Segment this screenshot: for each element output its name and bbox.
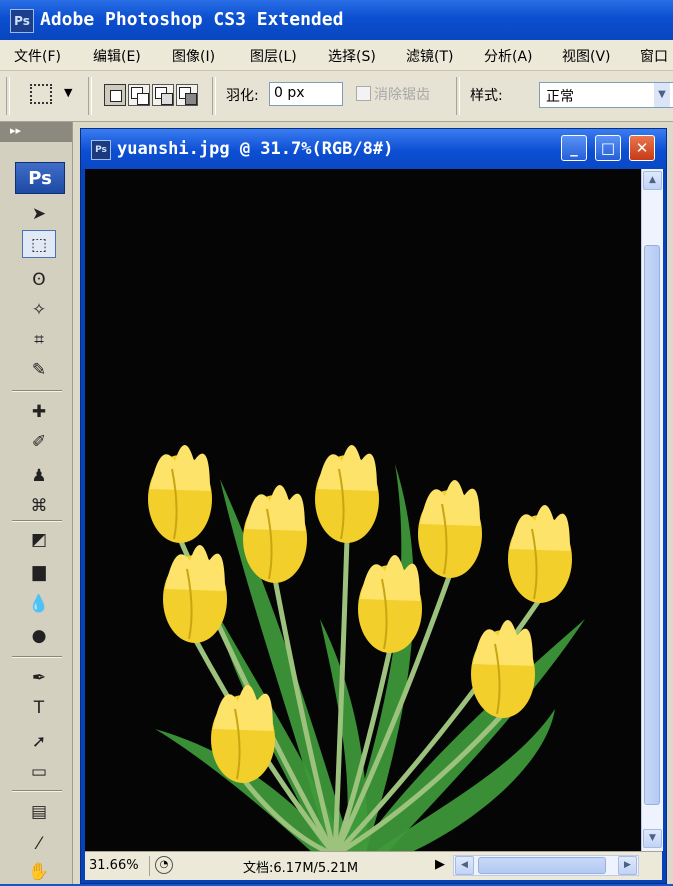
options-bar: ▼ 羽化: 0 px 消除锯齿 样式: 正常 ▼	[0, 71, 673, 122]
new-selection-button[interactable]	[104, 84, 126, 106]
pen-tool-icon[interactable]: ✒	[22, 664, 56, 692]
clone-stamp-tool-icon[interactable]: ♟	[22, 462, 56, 490]
options-divider	[212, 77, 216, 115]
path-selection-tool-icon[interactable]: ➚	[22, 728, 56, 756]
brush-tool-icon[interactable]: ✐	[22, 428, 56, 456]
menu-image[interactable]: 图像(I)	[172, 46, 215, 66]
options-divider	[456, 77, 460, 115]
chevron-down-icon[interactable]: ▼	[64, 86, 72, 99]
notes-tool-icon[interactable]: ▤	[22, 798, 56, 826]
tool-group-divider	[12, 520, 62, 522]
minimize-button[interactable]: _	[561, 135, 587, 161]
status-bar: 31.66% ◔ 文档:6.17M/5.21M ▶ ◀ ▶	[85, 851, 662, 880]
scroll-down-button[interactable]: ▼	[643, 829, 662, 848]
intersect-selection-button[interactable]	[176, 84, 198, 106]
options-divider	[88, 77, 92, 115]
history-brush-tool-icon[interactable]: ⌘	[22, 492, 56, 520]
antialias-checkbox[interactable]	[356, 86, 371, 101]
document-titlebar[interactable]: Ps yuanshi.jpg @ 31.7%(RGB/8#) _ □ ✕	[81, 129, 666, 169]
type-tool-icon[interactable]: T	[22, 694, 56, 722]
menu-window[interactable]: 窗口	[640, 46, 668, 66]
tool-group-divider	[12, 656, 62, 658]
tool-preset-picker-icon[interactable]	[30, 84, 52, 104]
vertical-scrollbar[interactable]: ▲ ▼	[641, 169, 663, 851]
slice-tool-icon[interactable]: ✎	[22, 356, 56, 384]
menu-view[interactable]: 视图(V)	[562, 46, 611, 66]
move-tool-icon[interactable]: ➤	[22, 200, 56, 228]
photoshop-app-icon: Ps	[10, 9, 34, 33]
menu-select[interactable]: 选择(S)	[328, 46, 376, 66]
feather-input[interactable]: 0 px	[269, 82, 343, 106]
maximize-button[interactable]: □	[595, 135, 621, 161]
tool-group-divider	[12, 790, 62, 792]
scroll-left-button[interactable]: ◀	[455, 856, 474, 875]
scroll-right-button[interactable]: ▶	[618, 856, 637, 875]
status-menu-arrow-icon[interactable]: ▶	[435, 857, 445, 872]
menu-filter[interactable]: 滤镜(T)	[406, 46, 453, 66]
menu-layer[interactable]: 图层(L)	[250, 46, 297, 66]
tulip-photo	[85, 169, 641, 855]
document-title: yuanshi.jpg @ 31.7%(RGB/8#)	[117, 139, 394, 159]
lasso-tool-icon[interactable]: ʘ	[22, 266, 56, 294]
vertical-scroll-thumb[interactable]	[644, 245, 660, 805]
shape-tool-icon[interactable]: ▭	[22, 758, 56, 786]
style-label: 样式:	[470, 88, 503, 104]
marquee-tool-icon[interactable]: ⬚	[22, 230, 56, 258]
menu-file[interactable]: 文件(F)	[14, 46, 61, 66]
dodge-tool-icon[interactable]: ●	[22, 622, 56, 650]
menu-analysis[interactable]: 分析(A)	[484, 46, 533, 66]
app-titlebar: Ps Adobe Photoshop CS3 Extended	[0, 0, 673, 40]
chevron-down-icon[interactable]: ▼	[654, 83, 670, 107]
crop-tool-icon[interactable]: ⌗	[22, 326, 56, 354]
app-title: Adobe Photoshop CS3 Extended	[40, 9, 344, 30]
gradient-tool-icon[interactable]: ▆	[22, 558, 56, 586]
antialias-label: 消除锯齿	[374, 87, 430, 103]
status-menu-icon[interactable]: ◔	[155, 856, 173, 874]
close-button[interactable]: ✕	[629, 135, 655, 161]
tool-group-divider	[12, 390, 62, 392]
magic-wand-tool-icon[interactable]: ✧	[22, 296, 56, 324]
menubar: 文件(F) 编辑(E) 图像(I) 图层(L) 选择(S) 滤镜(T) 分析(A…	[0, 40, 673, 71]
document-icon: Ps	[91, 140, 111, 160]
menu-edit[interactable]: 编辑(E)	[93, 46, 141, 66]
toolbox: ▸▸ Ps ➤ ⬚ ʘ ✧ ⌗ ✎ ✚ ✐ ♟ ⌘ ◩ ▆ 💧 ● ✒ T ➚ ▭ ▤ ⁄ ✋	[0, 122, 73, 884]
blur-tool-icon[interactable]: 💧	[22, 590, 56, 618]
eraser-tool-icon[interactable]: ◩	[22, 526, 56, 554]
options-divider	[6, 77, 10, 115]
eyedropper-tool-icon[interactable]: ⁄	[22, 830, 56, 858]
subtract-from-selection-button[interactable]	[152, 84, 174, 106]
expand-icon[interactable]: ▸▸	[10, 124, 21, 137]
scroll-up-button[interactable]: ▲	[643, 171, 662, 190]
healing-brush-tool-icon[interactable]: ✚	[22, 398, 56, 426]
toolbox-grip[interactable]: ▸▸	[0, 122, 72, 142]
image-canvas[interactable]	[85, 169, 641, 855]
horizontal-scroll-thumb[interactable]	[478, 857, 606, 874]
horizontal-scrollbar[interactable]: ◀ ▶	[453, 855, 639, 876]
photoshop-logo[interactable]: Ps	[15, 162, 65, 194]
zoom-level-field[interactable]: 31.66%	[87, 856, 150, 876]
hand-tool-icon[interactable]: ✋	[22, 858, 56, 886]
document-window: Ps yuanshi.jpg @ 31.7%(RGB/8#) _ □ ✕ ▲ ▼…	[80, 128, 667, 884]
document-size-info: 文档:6.17M/5.21M	[243, 861, 359, 876]
feather-label: 羽化:	[226, 88, 259, 104]
style-select[interactable]: 正常 ▼	[539, 82, 673, 108]
style-select-value: 正常	[546, 89, 574, 105]
add-to-selection-button[interactable]	[128, 84, 150, 106]
